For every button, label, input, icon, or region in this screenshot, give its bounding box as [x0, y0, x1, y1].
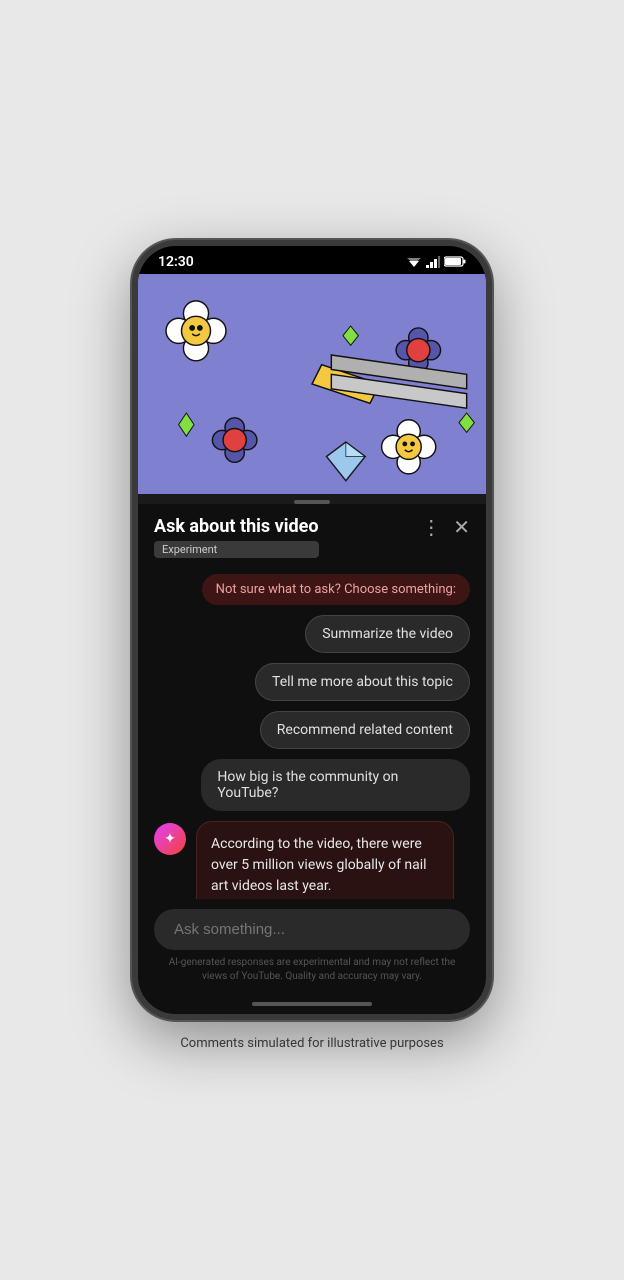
ai-response-text: According to the video, there were over … — [211, 834, 439, 897]
chip-recommend[interactable]: Recommend related content — [260, 711, 470, 749]
chat-area: Not sure what to ask? Choose something: … — [138, 566, 486, 899]
status-icons — [406, 256, 466, 268]
experiment-badge: Experiment — [154, 541, 319, 558]
chip-tell-more[interactable]: Tell me more about this topic — [255, 663, 470, 701]
caption-text: Comments simulated for illustrative purp… — [180, 1036, 443, 1051]
wifi-icon — [406, 256, 422, 268]
ai-response: ✦ According to the video, there were ove… — [154, 821, 454, 899]
ai-bubble: According to the video, there were over … — [196, 821, 454, 899]
status-bar: 12:30 — [138, 246, 486, 274]
phone-frame: 12:30 — [132, 240, 492, 1020]
phone-outer: 12:30 — [0, 0, 624, 1280]
user-message: How big is the community on YouTube? — [201, 759, 470, 811]
ask-input[interactable] — [154, 909, 470, 950]
video-area — [138, 274, 486, 494]
ai-avatar: ✦ — [154, 823, 186, 855]
status-time: 12:30 — [158, 254, 194, 270]
more-options-button[interactable]: ⋮ — [421, 518, 441, 538]
ai-avatar-icon: ✦ — [164, 831, 176, 847]
disclaimer-text: AI-generated responses are experimental … — [154, 950, 470, 992]
header-left: Ask about this video Experiment — [154, 516, 319, 558]
input-area: AI-generated responses are experimental … — [138, 899, 486, 998]
suggestion-label: Not sure what to ask? Choose something: — [202, 574, 470, 605]
chip-summarize[interactable]: Summarize the video — [305, 615, 470, 653]
sheet-header: Ask about this video Experiment ⋮ ✕ — [138, 504, 486, 566]
signal-icon — [426, 256, 440, 268]
header-title: Ask about this video — [154, 516, 319, 537]
video-content — [138, 274, 486, 494]
battery-icon — [444, 256, 466, 267]
home-indicator — [252, 1002, 372, 1006]
header-actions: ⋮ ✕ — [421, 518, 470, 538]
bottom-sheet: Ask about this video Experiment ⋮ ✕ Not … — [138, 504, 486, 1014]
close-button[interactable]: ✕ — [453, 518, 470, 538]
